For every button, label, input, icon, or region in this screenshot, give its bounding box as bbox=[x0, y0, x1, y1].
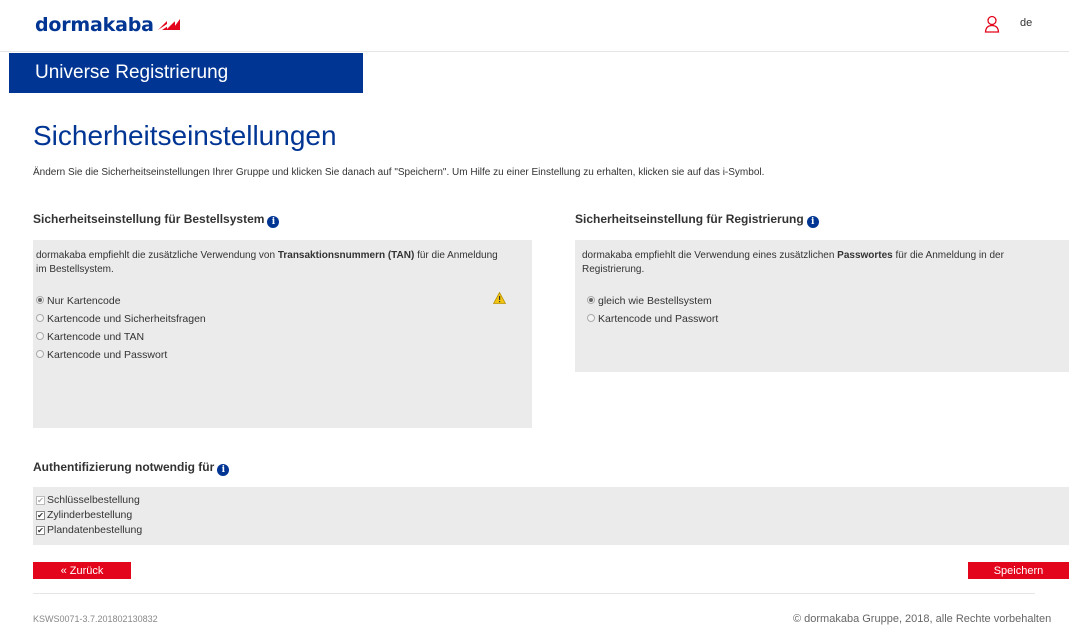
auth-title: Authentifizierung notwendig für bbox=[33, 460, 215, 474]
description-text: dormakaba empfiehlt die Verwendung eines… bbox=[582, 250, 838, 261]
radio-button-checked[interactable] bbox=[587, 296, 595, 304]
language-selector[interactable]: de bbox=[1020, 17, 1032, 29]
warning-icon[interactable] bbox=[493, 292, 506, 304]
option-label: Kartencode und Passwort bbox=[47, 349, 168, 361]
checkbox-zylinderbestellung[interactable]: ✔ Zylinderbestellung bbox=[36, 509, 132, 521]
app-banner: Universe Registrierung bbox=[9, 53, 363, 93]
checkbox[interactable]: ✔ bbox=[36, 511, 45, 520]
radio-kartencode-tan[interactable]: Kartencode und TAN bbox=[36, 331, 144, 343]
footer-divider bbox=[33, 593, 1035, 594]
radio-nur-kartencode[interactable]: Nur Kartencode bbox=[36, 295, 121, 307]
option-label: Nur Kartencode bbox=[47, 295, 121, 307]
checkbox[interactable]: ✔ bbox=[36, 526, 45, 535]
checkbox-label: Zylinderbestellung bbox=[47, 509, 133, 521]
radio-button[interactable] bbox=[36, 332, 44, 340]
radio-registrierung-kartencode-passwort[interactable]: Kartencode und Passwort bbox=[587, 313, 718, 325]
auth-panel bbox=[33, 487, 1069, 545]
auth-heading: Authentifizierung notwendig für i bbox=[33, 460, 230, 476]
checkbox-label: Schlüsselbestellung bbox=[47, 494, 140, 506]
back-button[interactable]: « Zurück bbox=[33, 562, 131, 579]
page-title: Sicherheitseinstellungen bbox=[33, 120, 337, 151]
description-text: dormakaba empfiehlt die zusätzliche Verw… bbox=[36, 250, 278, 261]
dormakaba-logo[interactable]: dormakaba bbox=[35, 14, 180, 36]
radio-button[interactable] bbox=[36, 314, 44, 322]
registrierung-description: dormakaba empfiehlt die Verwendung eines… bbox=[582, 249, 1052, 277]
logo-text: dormakaba bbox=[35, 14, 154, 36]
user-icon[interactable] bbox=[984, 15, 1000, 33]
info-icon[interactable]: i bbox=[806, 216, 819, 228]
description-bold: Transaktionsnummern (TAN) bbox=[277, 250, 415, 261]
option-label: Kartencode und Sicherheitsfragen bbox=[47, 313, 206, 325]
checkbox-plandatenbestellung[interactable]: ✔ Plandatenbestellung bbox=[36, 524, 142, 536]
bestellsystem-description: dormakaba empfiehlt die zusätzliche Verw… bbox=[36, 249, 506, 277]
radio-button[interactable] bbox=[587, 314, 595, 322]
radio-button[interactable] bbox=[36, 350, 44, 358]
copyright-text: © dormakaba Gruppe, 2018, alle Rechte vo… bbox=[793, 613, 1052, 625]
radio-kartencode-passwort[interactable]: Kartencode und Passwort bbox=[36, 349, 167, 361]
checkbox-disabled: ✔ bbox=[36, 496, 45, 505]
checkbox-schluesselbestellung: ✔ Schlüsselbestellung bbox=[36, 494, 140, 506]
option-label: gleich wie Bestellsystem bbox=[598, 295, 712, 307]
version-text: KSWS0071-3.7.201802130832 bbox=[33, 614, 158, 624]
intro-text: Ändern Sie die Sicherheitseinstellungen … bbox=[33, 167, 765, 178]
top-bar: dormakaba de bbox=[0, 0, 1069, 52]
option-label: Kartencode und TAN bbox=[47, 331, 145, 343]
info-icon[interactable]: i bbox=[217, 464, 230, 476]
registrierung-heading: Sicherheitseinstellung für Registrierung… bbox=[575, 212, 819, 228]
logo-mark-icon bbox=[157, 18, 180, 30]
radio-kartencode-sicherheitsfragen[interactable]: Kartencode und Sicherheitsfragen bbox=[36, 313, 206, 325]
radio-button-checked[interactable] bbox=[36, 296, 44, 304]
banner-title: Universe Registrierung bbox=[35, 62, 229, 83]
bestellsystem-heading: Sicherheitseinstellung für Bestellsystem… bbox=[33, 212, 280, 228]
option-label: Kartencode und Passwort bbox=[598, 313, 719, 325]
radio-gleich-wie-bestellsystem[interactable]: gleich wie Bestellsystem bbox=[587, 295, 712, 307]
info-icon[interactable]: i bbox=[267, 216, 280, 228]
checkbox-label: Plandatenbestellung bbox=[47, 524, 143, 536]
bestellsystem-title: Sicherheitseinstellung für Bestellsystem bbox=[33, 212, 265, 226]
registrierung-title: Sicherheitseinstellung für Registrierung bbox=[575, 212, 804, 226]
save-button[interactable]: Speichern bbox=[968, 562, 1069, 579]
description-bold: Passwortes bbox=[837, 250, 893, 261]
